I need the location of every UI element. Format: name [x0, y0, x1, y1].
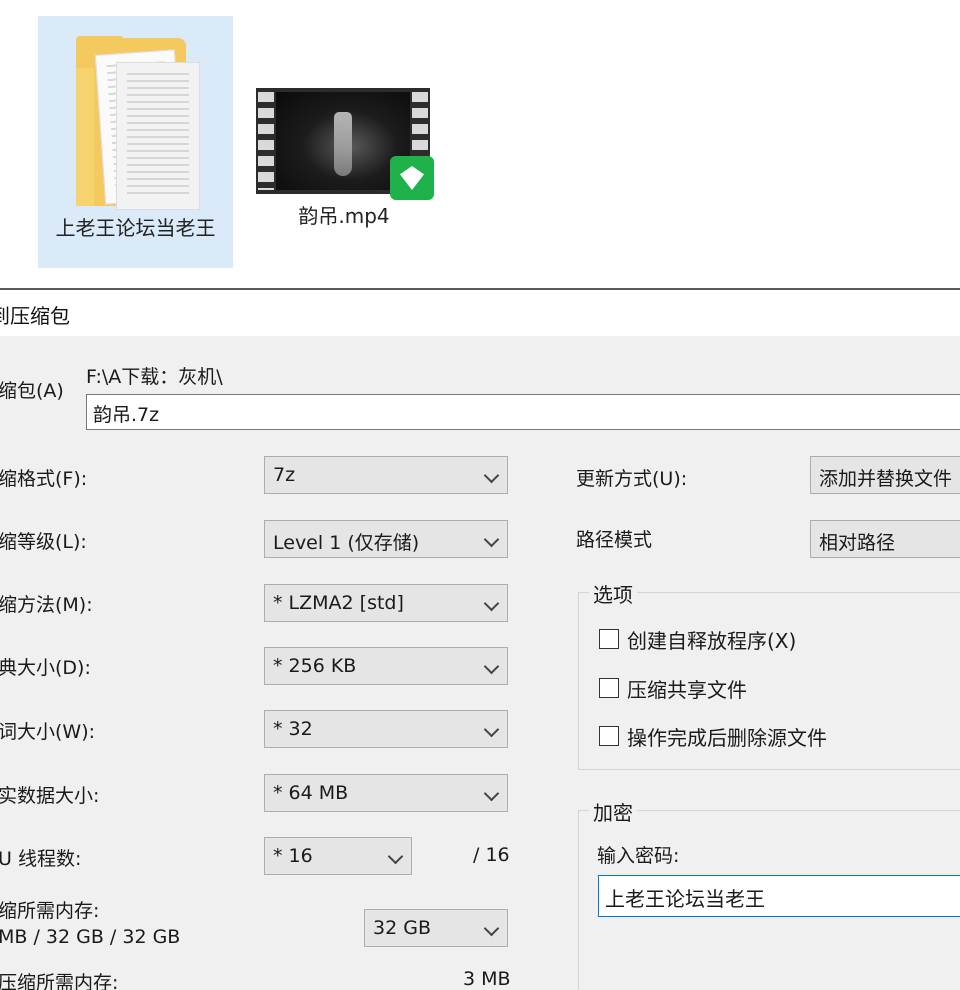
threads-select[interactable]: * 16: [264, 837, 412, 875]
delete-option[interactable]: 操作完成后删除源文件: [599, 722, 827, 750]
path-mode-label: 路径模式: [576, 529, 653, 551]
chevron-down-icon: [483, 531, 500, 548]
level-select[interactable]: Level 1 (仅存储): [264, 520, 508, 558]
chevron-down-icon: [483, 785, 500, 802]
mem-decompress-value: 3 MB: [463, 968, 511, 990]
dialog-title: 到压缩包: [0, 304, 70, 328]
folder-name: 上老王论坛当老王: [55, 216, 216, 240]
solid-select[interactable]: * 64 MB: [264, 774, 508, 812]
delete-checkbox[interactable]: [599, 726, 619, 746]
path-mode-select[interactable]: 相对路径: [810, 520, 960, 558]
chevron-down-icon: [483, 467, 500, 484]
format-label: 缩格式(F):: [0, 468, 88, 490]
mem-compress-label: 缩所需内存:: [0, 900, 100, 922]
add-to-archive-dialog: 到压缩包 缩包(A) F:\A下载：灰机\ 韵吊.7z 缩格式(F): 7z 缩…: [0, 288, 960, 990]
threads-label: U 线程数:: [0, 848, 82, 870]
password-label: 输入密码:: [597, 845, 680, 867]
folder-item[interactable]: 上老王论坛当老王: [38, 16, 233, 268]
threads-value: * 16: [273, 845, 313, 867]
threads-max: / 16: [473, 844, 510, 866]
method-label: 缩方法(M):: [0, 594, 93, 616]
chevron-down-icon: [483, 595, 500, 612]
video-file-name: 韵吊.mp4: [298, 204, 390, 228]
chevron-down-icon: [483, 658, 500, 675]
dict-value: * 256 KB: [273, 655, 357, 677]
dialog-titlebar: 到压缩包: [0, 290, 960, 336]
memory-value: 32 GB: [373, 917, 431, 939]
update-mode-label: 更新方式(U):: [576, 468, 688, 490]
options-title: 选项: [589, 579, 637, 608]
mem-compress-value: MB / 32 GB / 32 GB: [0, 926, 181, 948]
format-value: 7z: [273, 464, 296, 486]
chevron-down-icon: [483, 721, 500, 738]
mem-decompress-label: 压缩所需内存:: [0, 972, 119, 990]
shared-label: 压缩共享文件: [627, 677, 747, 702]
update-mode-value: 添加并替换文件: [819, 468, 953, 490]
file-explorer-view: 上老王论坛当老王 韵吊.mp4: [0, 0, 960, 288]
shared-option[interactable]: 压缩共享文件: [599, 674, 747, 702]
word-label: 词大小(W):: [0, 721, 96, 743]
solid-label: 实数据大小:: [0, 785, 100, 807]
shared-checkbox[interactable]: [599, 678, 619, 698]
video-file-item[interactable]: 韵吊.mp4: [244, 16, 444, 256]
solid-value: * 64 MB: [273, 782, 349, 804]
chevron-down-icon: [387, 848, 404, 865]
encryption-title: 加密: [589, 797, 637, 826]
chevron-down-icon: [483, 920, 500, 937]
sfx-option[interactable]: 创建自释放程序(X): [599, 625, 796, 653]
dict-select[interactable]: * 256 KB: [264, 647, 508, 685]
format-select[interactable]: 7z: [264, 456, 508, 494]
method-select[interactable]: * LZMA2 [std]: [264, 584, 508, 622]
folder-icon: [76, 36, 208, 210]
level-label: 缩等级(L):: [0, 531, 87, 553]
archive-path: F:\A下载：灰机\: [86, 366, 223, 388]
word-value: * 32: [273, 718, 313, 740]
sfx-label: 创建自释放程序(X): [627, 628, 797, 653]
player-badge-icon: [390, 156, 434, 200]
word-select[interactable]: * 32: [264, 710, 508, 748]
dict-label: 典大小(D):: [0, 657, 91, 679]
sfx-checkbox[interactable]: [599, 629, 619, 649]
archive-name-input[interactable]: 韵吊.7z: [86, 394, 960, 430]
memory-select[interactable]: 32 GB: [364, 909, 508, 947]
update-mode-select[interactable]: 添加并替换文件: [810, 456, 960, 494]
path-mode-value: 相对路径: [819, 532, 896, 554]
delete-label: 操作完成后删除源文件: [627, 725, 827, 750]
method-value: * LZMA2 [std]: [273, 592, 404, 614]
password-input[interactable]: 上老王论坛当老王: [598, 875, 960, 917]
archive-label: 缩包(A): [0, 380, 64, 402]
options-group: 选项 创建自释放程序(X) 压缩共享文件 操作完成后删除源文件: [578, 579, 960, 770]
level-value: Level 1 (仅存储): [273, 532, 420, 554]
